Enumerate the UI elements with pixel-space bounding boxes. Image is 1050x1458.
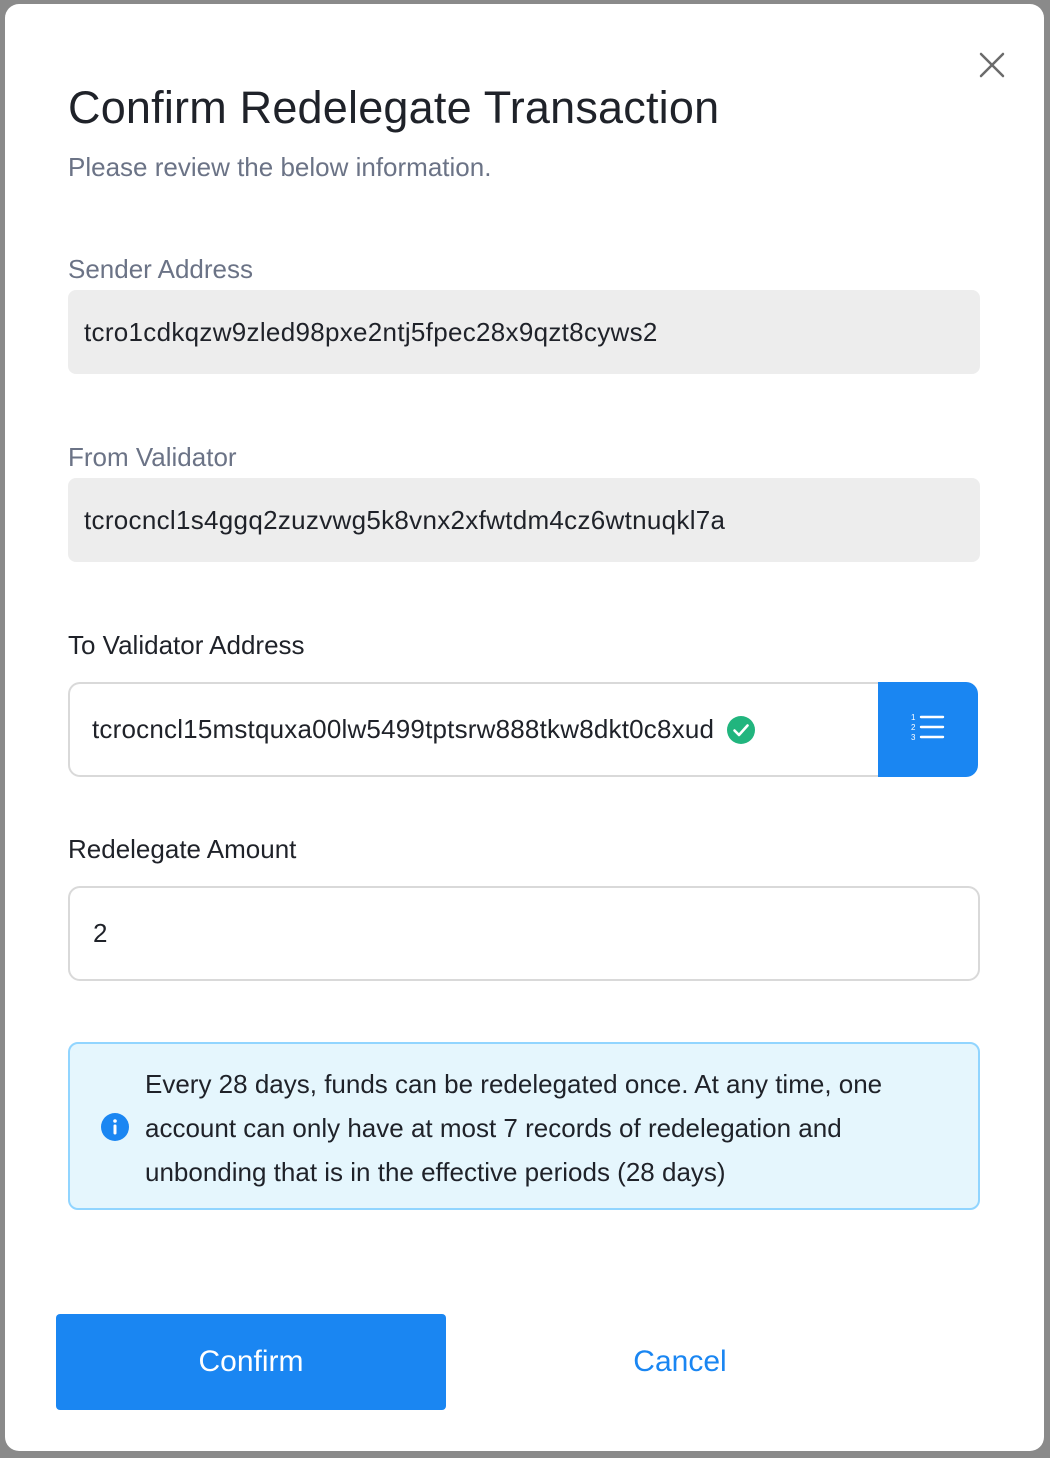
ordered-list-icon: 1 2 3 bbox=[911, 712, 945, 747]
from-validator-label: From Validator bbox=[68, 442, 237, 472]
redelegate-amount-input[interactable]: 2 bbox=[68, 886, 980, 981]
validator-list-button[interactable]: 1 2 3 bbox=[878, 682, 978, 777]
svg-text:2: 2 bbox=[911, 723, 916, 732]
to-validator-label: To Validator Address bbox=[68, 630, 305, 660]
from-validator-field: tcrocncl1s4ggq2zuzvwg5k8vnx2xfwtdm4cz6wt… bbox=[68, 478, 980, 562]
confirm-button[interactable]: Confirm bbox=[56, 1314, 446, 1410]
cancel-button[interactable]: Cancel bbox=[485, 1314, 875, 1410]
to-validator-input[interactable]: tcrocncl15mstquxa00lw5499tptsrw888tkw8dk… bbox=[68, 682, 878, 777]
alert-message: Every 28 days, funds can be redelegated … bbox=[145, 1069, 883, 1187]
modal-subtitle: Please review the below information. bbox=[68, 152, 492, 182]
svg-text:3: 3 bbox=[911, 733, 916, 742]
to-validator-value: tcrocncl15mstquxa00lw5499tptsrw888tkw8dk… bbox=[92, 714, 715, 744]
svg-text:1: 1 bbox=[911, 713, 916, 722]
check-circle-icon bbox=[726, 715, 756, 745]
sender-address-label: Sender Address bbox=[68, 254, 254, 284]
redelegate-amount-label: Redelegate Amount bbox=[68, 834, 297, 864]
to-validator-input-group: tcrocncl15mstquxa00lw5499tptsrw888tkw8dk… bbox=[68, 682, 978, 777]
close-icon[interactable] bbox=[975, 48, 1011, 84]
modal-title: Confirm Redelegate Transaction bbox=[68, 82, 720, 133]
info-alert: Every 28 days, funds can be redelegated … bbox=[68, 1042, 980, 1210]
sender-address-field: tcro1cdkqzw9zled98pxe2ntj5fpec28x9qzt8cy… bbox=[68, 290, 980, 374]
info-circle-icon bbox=[100, 1112, 130, 1142]
confirm-redelegate-modal: Confirm Redelegate Transaction Please re… bbox=[5, 4, 1044, 1451]
